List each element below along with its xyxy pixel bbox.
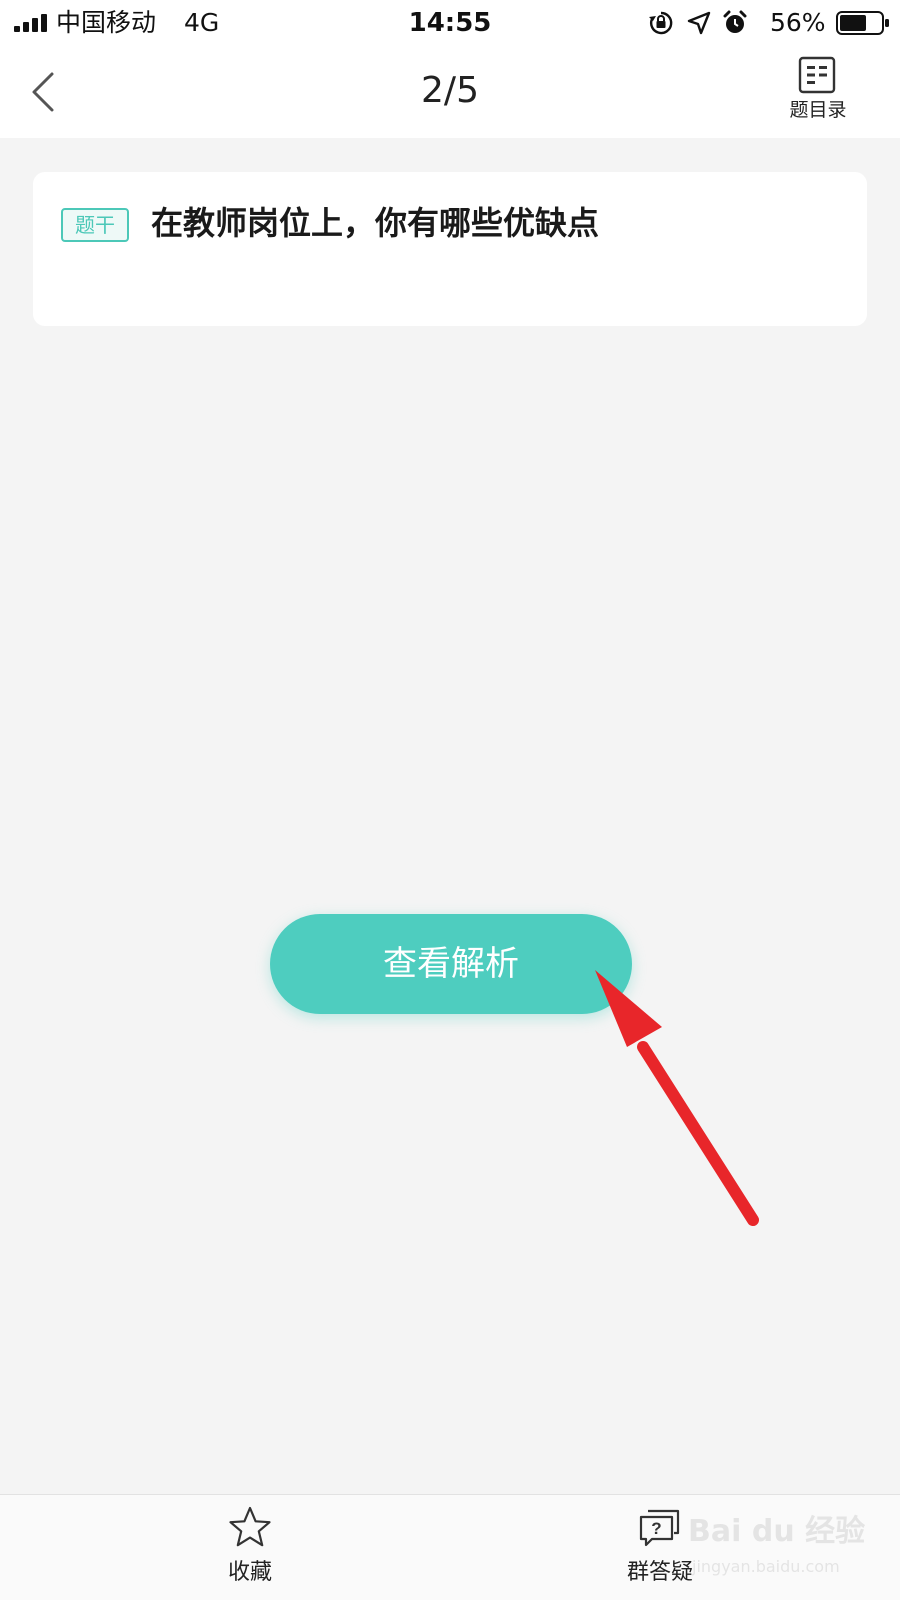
orientation-lock-icon — [649, 11, 673, 35]
status-time: 14:55 — [408, 8, 492, 38]
red-arrow-icon — [595, 970, 759, 1226]
carrier-name: 中国移动 — [56, 8, 157, 37]
favorite-label: 收藏 — [227, 1560, 272, 1585]
list-icon — [798, 56, 836, 94]
question-card: 题干 在教师岗位上，你有哪些优缺点 — [33, 172, 867, 326]
watermark-url: jingyan.baidu.com — [692, 1557, 840, 1576]
battery-percent: 56% — [770, 8, 826, 37]
network-type: 4G — [184, 8, 220, 37]
location-icon — [687, 11, 711, 35]
catalog-button[interactable]: 题目录 — [780, 54, 856, 130]
question-chat-icon: ? — [639, 1509, 680, 1547]
status-bar: 中国移动 4G 14:55 56% — [0, 0, 900, 46]
catalog-label: 题目录 — [789, 99, 847, 121]
view-analysis-label: 查看解析 — [383, 944, 519, 984]
alarm-icon — [723, 10, 747, 33]
watermark-brand: Bai du 经验 — [688, 1514, 866, 1549]
baidu-jingyan-watermark: Bai du 经验 jingyan.baidu.com — [688, 1512, 888, 1592]
svg-text:?: ? — [651, 1519, 661, 1538]
battery-icon — [836, 11, 889, 35]
favorite-button[interactable]: 收藏 — [200, 1505, 300, 1595]
page-title: 2/5 — [421, 70, 479, 111]
star-icon — [229, 1506, 271, 1547]
nav-bar: 2/5 题目录 — [0, 46, 900, 138]
chevron-left-icon[interactable] — [22, 66, 66, 118]
question-tag: 题干 — [61, 208, 129, 242]
view-analysis-button[interactable]: 查看解析 — [270, 914, 632, 1014]
signal-icon — [14, 14, 47, 32]
question-text: 在教师岗位上，你有哪些优缺点 — [151, 204, 600, 242]
